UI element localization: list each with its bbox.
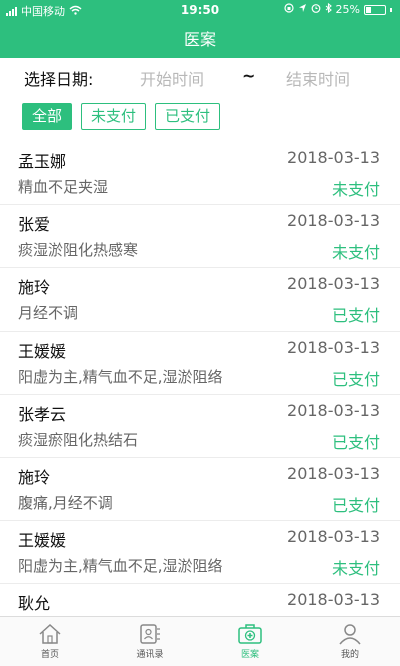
start-date-field[interactable]: 开始时间 (140, 66, 204, 90)
payment-status: 未支付 (331, 180, 380, 199)
record-date: 2018-03-13 (287, 463, 380, 483)
payment-status: 已支付 (331, 369, 380, 389)
status-bar: 中国移动 19:50 25% (0, 0, 400, 20)
tab-label: 医案 (240, 650, 259, 660)
payment-status: 已支付 (331, 306, 380, 326)
filter-unpaid-button[interactable]: 未支付 (81, 103, 147, 130)
record-date: 2018-03-13 (287, 590, 380, 610)
patient-name: 耿允 (18, 594, 51, 614)
case-record-row[interactable]: 张孝云 2018-03-13 痰湿瘀阻化热结石 已支付 (0, 395, 400, 458)
patient-name: 施玲 (18, 467, 51, 487)
tab-label: 我的 (340, 650, 359, 660)
location-icon (298, 3, 307, 16)
patient-name: 张爱 (18, 215, 51, 235)
case-record-row[interactable]: 王媛媛 2018-03-13 阳虚为主,精气血不足,湿淤阻络 已支付 (0, 332, 400, 395)
record-date: 2018-03-13 (287, 400, 380, 420)
date-filter-label: 选择日期: (24, 70, 94, 89)
case-record-row[interactable]: 张爱 2018-03-13 痰湿淤阻化热感寒 未支付 (0, 205, 400, 269)
diagnosis-text: 精血不足夹湿 (18, 178, 109, 196)
end-date-field[interactable]: 结束时间 (286, 66, 350, 90)
record-date: 2018-03-13 (287, 148, 380, 167)
date-separator: ~ (242, 66, 256, 85)
battery-cap (390, 7, 392, 12)
tab-home[interactable]: 首页 (0, 617, 100, 666)
case-record-row[interactable]: 王媛媛 2018-03-13 阳虚为主,精气血不足,湿淤阻络 未支付 (0, 521, 400, 585)
payment-status: 未支付 (331, 243, 380, 263)
payment-status: 已支付 (331, 432, 380, 452)
record-date: 2018-03-13 (287, 274, 380, 294)
payment-filter-chips: 全部 未支付 已支付 (22, 103, 221, 130)
patient-name: 王媛媛 (18, 341, 67, 361)
tab-contacts[interactable]: 通讯录 (100, 617, 200, 666)
battery-icon (364, 4, 386, 15)
diagnosis-text: 痰湿瘀阻化热结石 (18, 430, 139, 449)
record-date: 2018-03-13 (287, 527, 380, 547)
bottom-tab-bar: 首页 通讯录 医案 我的 (0, 616, 400, 666)
tab-label: 首页 (40, 650, 59, 660)
case-record-row[interactable]: 孟玉娜 2018-03-13 精血不足夹湿 未支付 (0, 142, 400, 206)
contacts-icon (100, 623, 200, 645)
page-title: 医案 (183, 30, 216, 49)
diagnosis-text: 腹痛,月经不调 (18, 493, 113, 512)
tab-label: 通讯录 (136, 650, 164, 660)
bluetooth-icon (325, 2, 332, 16)
medical-case-icon (200, 623, 300, 645)
tab-medical-cases[interactable]: 医案 (200, 617, 300, 666)
patient-name: 王媛媛 (18, 531, 67, 551)
date-filter: 选择日期: 开始时间 ~ 结束时间 (0, 58, 400, 96)
orientation-lock-icon (283, 3, 294, 16)
case-record-list: 孟玉娜 2018-03-13 精血不足夹湿 未支付 张爱 2018-03-13 … (0, 142, 400, 616)
filter-paid-button[interactable]: 已支付 (155, 103, 221, 130)
battery-percent: 25% (335, 3, 360, 16)
home-icon (0, 623, 100, 645)
case-record-row[interactable]: 耿允 2018-03-13 (0, 584, 400, 616)
status-right: 25% (283, 2, 392, 16)
profile-icon (300, 623, 400, 645)
patient-name: 张孝云 (18, 404, 67, 424)
diagnosis-text: 月经不调 (18, 304, 79, 323)
alarm-icon (311, 3, 321, 16)
patient-name: 孟玉娜 (18, 152, 67, 171)
tab-profile[interactable]: 我的 (300, 617, 400, 666)
case-record-row[interactable]: 施玲 2018-03-13 腹痛,月经不调 已支付 (0, 458, 400, 522)
filter-all-button[interactable]: 全部 (22, 103, 73, 130)
case-record-row[interactable]: 施玲 2018-03-13 月经不调 已支付 (0, 268, 400, 332)
diagnosis-text: 阳虚为主,精气血不足,湿淤阻络 (18, 367, 223, 386)
record-date: 2018-03-13 (287, 337, 380, 357)
payment-status: 已支付 (331, 495, 380, 515)
record-date: 2018-03-13 (287, 211, 380, 231)
patient-name: 施玲 (18, 278, 51, 298)
diagnosis-text: 阳虚为主,精气血不足,湿淤阻络 (18, 557, 223, 576)
payment-status: 未支付 (331, 559, 380, 579)
diagnosis-text: 痰湿淤阻化热感寒 (18, 241, 139, 260)
top-bar: 中国移动 19:50 25% 医案 (0, 0, 400, 58)
